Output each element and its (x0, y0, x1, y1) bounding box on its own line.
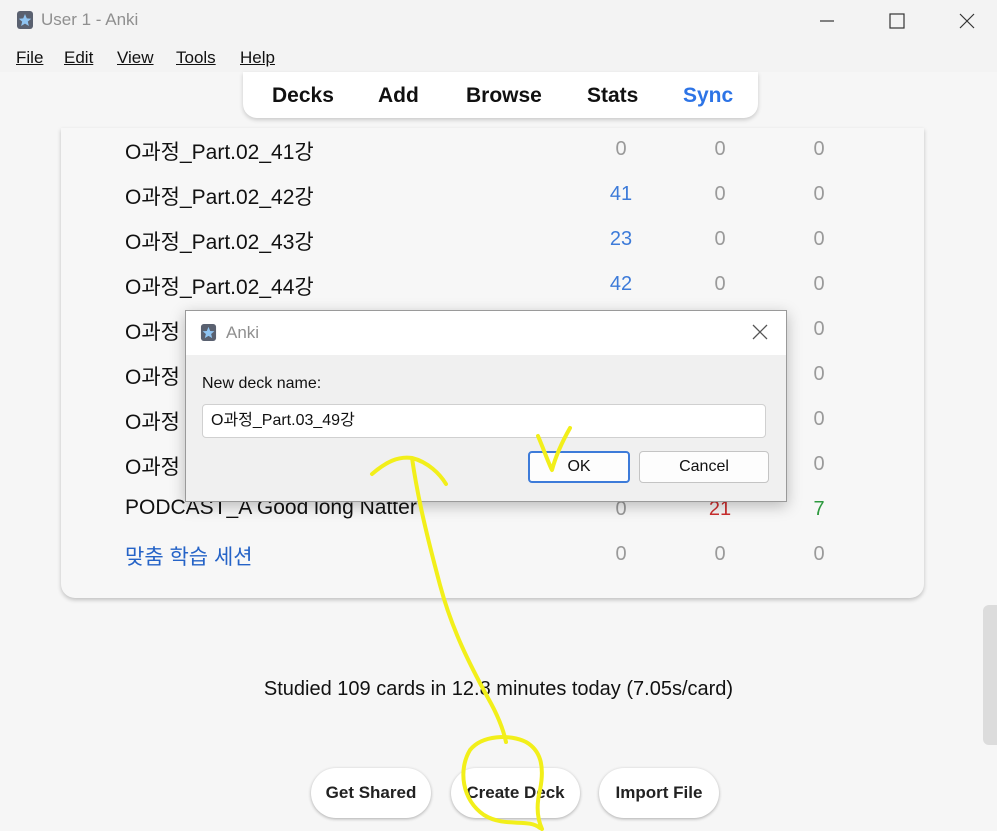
new-count: 0 (615, 543, 627, 565)
menu-help[interactable]: Help (240, 48, 275, 68)
due-count: 0 (813, 228, 825, 250)
menu-bar: File Edit View Tools Help (0, 42, 997, 72)
import-file-button[interactable]: Import File (599, 768, 719, 818)
menu-file-label: File (16, 48, 44, 67)
learn-count: 0 (714, 183, 726, 205)
due-count: 0 (813, 453, 825, 475)
new-count: 42 (609, 273, 633, 295)
toolbar-add[interactable]: Add (378, 84, 419, 108)
due-count: 0 (813, 408, 825, 430)
new-count: 23 (609, 228, 633, 250)
menu-edit[interactable]: Edit (64, 48, 93, 68)
due-count: 0 (813, 363, 825, 385)
deck-row[interactable]: O과정_Part.02_42강 41 0 0 (61, 173, 924, 218)
deck-name[interactable]: O과정 (125, 406, 180, 436)
menu-view-label: View (117, 48, 154, 67)
create-deck-button[interactable]: Create Deck (451, 768, 580, 818)
menu-edit-label: Edit (64, 48, 94, 67)
maximize-icon (889, 13, 905, 29)
due-count: 0 (813, 318, 825, 340)
toolbar-decks[interactable]: Decks (272, 84, 334, 108)
deck-name[interactable]: O과정_Part.02_43강 (125, 226, 314, 256)
toolbar-browse[interactable]: Browse (466, 84, 542, 108)
deck-row[interactable]: O과정_Part.02_44강 42 0 0 (61, 263, 924, 308)
new-count: 0 (615, 138, 627, 160)
deck-row[interactable]: 맞춤 학습 세션 0 0 0 (61, 533, 924, 578)
due-count: 0 (813, 543, 825, 565)
due-count: 0 (813, 273, 825, 295)
deck-name[interactable]: 맞춤 학습 세션 (125, 541, 253, 571)
deck-row[interactable]: O과정_Part.02_41강 0 0 0 (61, 128, 924, 173)
due-count: 0 (813, 183, 825, 205)
learn-count: 0 (714, 543, 726, 565)
deck-name-input[interactable]: O과정_Part.03_49강 (202, 404, 766, 438)
learn-count: 0 (714, 138, 726, 160)
deck-name[interactable]: O과정_Part.02_42강 (125, 181, 314, 211)
scrollbar-thumb[interactable] (983, 605, 997, 745)
deck-name[interactable]: O과정 (125, 316, 180, 346)
due-count: 7 (813, 498, 825, 520)
menu-help-label: Help (240, 48, 275, 67)
learn-count: 0 (714, 273, 726, 295)
study-stats: Studied 109 cards in 12.8 minutes today … (263, 678, 734, 700)
dialog-title-bar: Anki (186, 311, 786, 355)
menu-tools-label: Tools (176, 48, 216, 67)
close-window-button[interactable] (932, 0, 997, 42)
close-icon (959, 13, 975, 29)
cancel-button[interactable]: Cancel (639, 451, 769, 483)
deck-name[interactable]: O과정 (125, 451, 180, 481)
dialog-title: Anki (226, 323, 260, 342)
main-toolbar: Decks Add Browse Stats Sync (243, 72, 758, 118)
anki-app-icon (17, 11, 33, 29)
due-count: 0 (813, 138, 825, 160)
close-icon[interactable] (751, 323, 769, 341)
minimize-button[interactable] (792, 0, 862, 42)
menu-view[interactable]: View (117, 48, 154, 68)
ok-button[interactable]: OK (528, 451, 630, 483)
window-title: User 1 - Anki (41, 10, 139, 29)
minimize-icon (820, 20, 834, 22)
deck-name[interactable]: O과정_Part.02_44강 (125, 271, 314, 301)
toolbar-sync[interactable]: Sync (683, 84, 733, 108)
menu-tools[interactable]: Tools (176, 48, 216, 68)
new-deck-dialog: Anki New deck name: O과정_Part.03_49강 OK C… (185, 310, 787, 502)
toolbar-stats[interactable]: Stats (587, 84, 638, 108)
title-bar: User 1 - Anki (0, 0, 997, 42)
maximize-button[interactable] (862, 0, 932, 42)
deck-name[interactable]: O과정 (125, 361, 180, 391)
new-count: 41 (609, 183, 633, 205)
deck-name[interactable]: O과정_Part.02_41강 (125, 136, 314, 166)
get-shared-button[interactable]: Get Shared (311, 768, 431, 818)
learn-count: 0 (714, 228, 726, 250)
menu-file[interactable]: File (16, 48, 43, 68)
deck-row[interactable]: O과정_Part.02_43강 23 0 0 (61, 218, 924, 263)
deck-name-label: New deck name: (202, 375, 322, 392)
anki-app-icon (200, 324, 217, 341)
